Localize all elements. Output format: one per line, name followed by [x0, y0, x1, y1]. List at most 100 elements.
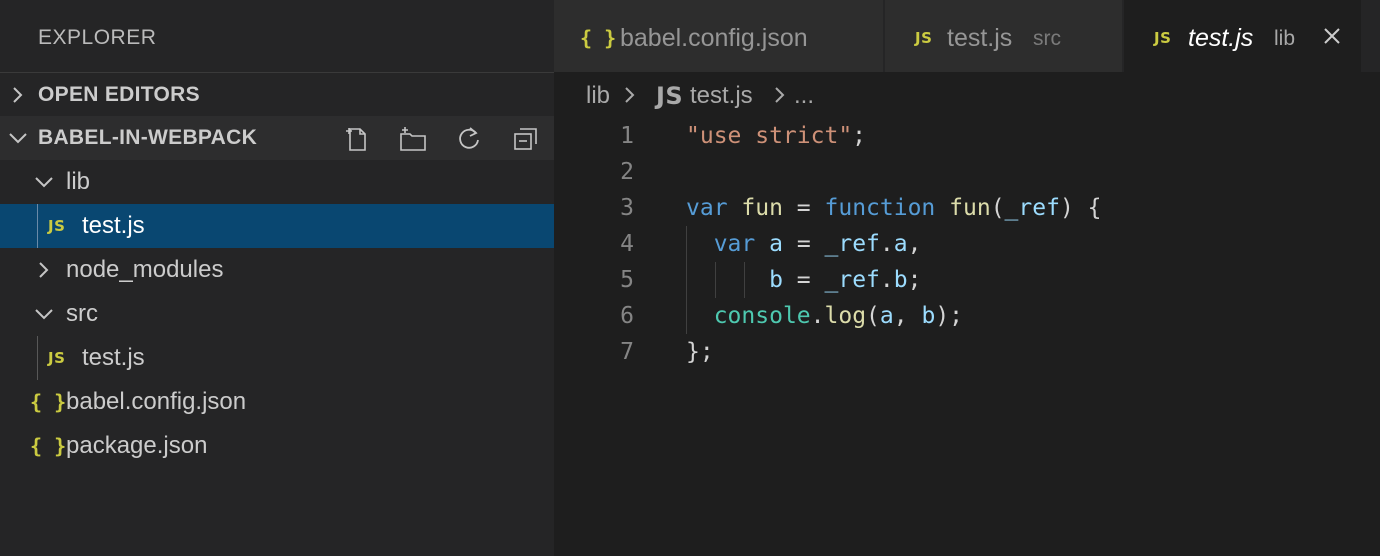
code-token: b	[769, 267, 783, 293]
code-token: a	[893, 231, 908, 257]
line-number: 6	[620, 303, 634, 329]
tree-label: package.json	[66, 432, 208, 459]
code-token: .	[810, 303, 825, 329]
code-line[interactable]: "use strict";	[686, 118, 866, 154]
json-file-icon: { }	[580, 26, 617, 50]
chevron-down-icon	[35, 309, 53, 320]
tree-file-package-json[interactable]: { } package.json	[0, 424, 554, 468]
code-token: console	[713, 303, 811, 329]
code-token: log	[824, 303, 867, 329]
line-number: 1	[620, 123, 634, 149]
code-token: =	[782, 267, 825, 293]
open-editors-section[interactable]: OPEN EDITORS	[0, 72, 554, 116]
code-line[interactable]: };	[686, 334, 714, 370]
tree-file-lib-test-js[interactable]: JS test.js	[0, 204, 554, 248]
project-section[interactable]: BABEL-IN-WEBPACK	[0, 116, 554, 160]
tab-babel-config[interactable]: { } babel.config.json	[554, 0, 884, 72]
tab-lib-test-js[interactable]: JS test.js lib	[1124, 0, 1362, 72]
js-file-icon: JS	[1154, 29, 1172, 47]
code-token: ;	[852, 123, 867, 149]
chevron-right-icon	[775, 87, 785, 103]
breadcrumb-symbol[interactable]: ...	[794, 72, 814, 120]
code-line[interactable]: b = _ref.b;	[686, 262, 921, 298]
tree-folder-src[interactable]: src	[0, 292, 554, 336]
code-token: _ref	[824, 231, 880, 257]
code-token: _ref	[824, 267, 880, 293]
line-number: 2	[620, 159, 634, 185]
tree-file-babel-config[interactable]: { } babel.config.json	[0, 380, 554, 424]
code-token: (	[866, 303, 880, 329]
code-token: ) {	[1059, 195, 1102, 221]
code-token: ,	[907, 231, 922, 257]
code-token: _ref	[1004, 195, 1060, 221]
code-token: .	[879, 267, 894, 293]
tree-label: src	[66, 300, 98, 327]
chevron-down-icon	[35, 177, 53, 188]
code-token: };	[686, 339, 714, 365]
close-icon[interactable]	[1320, 24, 1344, 48]
code-token: =	[782, 231, 825, 257]
line-number: 7	[620, 339, 634, 365]
tree-folder-node-modules[interactable]: node_modules	[0, 248, 554, 292]
tree-label: test.js	[82, 344, 145, 371]
code-token: ;	[907, 267, 922, 293]
code-token: );	[935, 303, 964, 329]
breadcrumb-file[interactable]: test.js	[690, 72, 753, 120]
code-token: b	[921, 303, 936, 329]
code-line[interactable]: console.log(a, b);	[686, 298, 963, 334]
code-token: .	[879, 231, 894, 257]
tree-label: lib	[66, 168, 91, 195]
chevron-right-icon	[39, 262, 49, 278]
json-file-icon: { }	[30, 390, 67, 414]
tab-description: lib	[1274, 27, 1296, 50]
code-token: function	[824, 195, 936, 221]
project-label: BABEL-IN-WEBPACK	[38, 126, 258, 149]
new-file-icon[interactable]	[342, 124, 372, 154]
js-file-icon: JS	[915, 29, 933, 47]
code-token: (	[990, 195, 1005, 221]
chevron-right-icon	[13, 87, 23, 103]
tree-file-src-test-js[interactable]: JS test.js	[0, 336, 554, 380]
line-number: 4	[620, 231, 634, 257]
tree-label: test.js	[82, 212, 145, 239]
refresh-icon[interactable]	[454, 124, 484, 154]
tab-label: test.js	[947, 24, 1013, 52]
chevron-down-icon	[9, 133, 27, 144]
json-file-icon: { }	[30, 434, 67, 458]
code-token: fun	[949, 195, 991, 221]
code-line[interactable]: var fun = function fun(_ref) {	[686, 190, 1101, 226]
code-token: fun	[741, 195, 783, 221]
code-token: "use strict"	[686, 123, 853, 149]
new-folder-icon[interactable]	[398, 124, 428, 154]
line-number: 3	[620, 195, 634, 221]
code-token: var	[713, 231, 756, 257]
js-file-icon: JS	[48, 349, 66, 367]
code-token: b	[893, 267, 908, 293]
js-file-icon: JS	[656, 82, 684, 110]
tree-label: babel.config.json	[66, 388, 247, 415]
tab-src-test-js[interactable]: JS test.js src	[885, 0, 1123, 72]
tab-label: test.js	[1188, 24, 1254, 52]
js-file-icon: JS	[48, 217, 66, 235]
code-editor[interactable]: 1 "use strict"; 2 3 var fun = function fun(_…	[554, 118, 1380, 556]
collapse-all-icon[interactable]	[510, 124, 540, 154]
explorer-sidebar: EXPLORER OPEN EDITORS BABEL-IN-WEBPACK l…	[0, 0, 554, 556]
code-token: a	[879, 303, 894, 329]
breadcrumb: lib JS test.js ...	[554, 72, 1380, 118]
open-editors-label: OPEN EDITORS	[38, 82, 200, 106]
editor-tab-bar: { } babel.config.json JS test.js src JS …	[554, 0, 1380, 72]
breadcrumb-folder[interactable]: lib	[586, 72, 610, 120]
code-token: =	[782, 195, 825, 221]
line-number: 5	[620, 267, 634, 293]
code-line[interactable]: var a = _ref.a,	[686, 226, 922, 262]
tree-folder-lib[interactable]: lib	[0, 160, 554, 204]
code-token: ,	[893, 303, 922, 329]
tab-description: src	[1033, 27, 1061, 50]
code-token: var	[686, 195, 728, 221]
